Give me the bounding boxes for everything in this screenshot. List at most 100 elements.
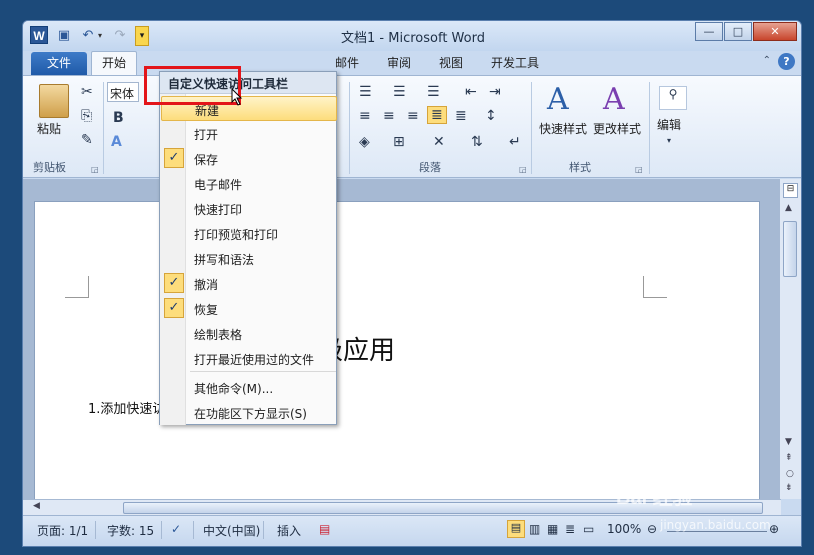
- scroll-up-icon[interactable]: ▲: [785, 203, 792, 213]
- vertical-scroll-thumb[interactable]: [783, 221, 797, 277]
- vertical-scrollbar[interactable]: ⊟ ▲ ▼ ⇞ ○ ⇟: [779, 179, 801, 499]
- sort-icon[interactable]: ⇅: [471, 134, 483, 150]
- menu-item-save[interactable]: ✓ 保存: [161, 146, 337, 171]
- window-title: 文档1 - Microsoft Word: [341, 31, 485, 46]
- borders-icon[interactable]: ⊞: [393, 134, 405, 150]
- quick-styles-icon[interactable]: A: [547, 82, 569, 117]
- previous-page-icon[interactable]: ⇞: [785, 453, 793, 463]
- web-layout-icon[interactable]: ▦: [547, 522, 558, 536]
- tab-mailings[interactable]: 邮件: [335, 54, 359, 71]
- macro-record-icon[interactable]: ▤: [319, 522, 330, 536]
- menu-item-label: 恢复: [194, 303, 219, 317]
- show-marks-icon[interactable]: ↵: [509, 134, 521, 150]
- align-left-icon[interactable]: ≡: [359, 108, 371, 124]
- menu-item-label: 拼写和语法: [194, 253, 255, 267]
- draft-view-icon[interactable]: ▭: [583, 522, 594, 536]
- distributed-icon[interactable]: ≣: [455, 108, 467, 124]
- styles-launcher-icon[interactable]: ◲: [635, 165, 643, 174]
- check-icon: ✓: [164, 298, 184, 318]
- title-bar: W ▣ ↶ ▾ ↷ ▾ 文档1 - Microsoft Word — □ ✕: [23, 21, 801, 51]
- menu-item-recent-files[interactable]: 打开最近使用过的文件: [161, 346, 337, 371]
- align-center-icon[interactable]: ≡: [383, 108, 395, 124]
- paste-button[interactable]: 粘贴: [37, 120, 61, 137]
- proofing-icon[interactable]: ✓: [171, 522, 181, 536]
- quick-styles-button[interactable]: 快速样式: [539, 120, 587, 137]
- copy-icon[interactable]: ⎘: [81, 108, 92, 124]
- edit-button[interactable]: 编辑: [657, 116, 681, 133]
- bullets-icon[interactable]: ☰: [359, 84, 372, 100]
- language-indicator[interactable]: 中文(中国): [203, 522, 260, 539]
- scroll-left-icon[interactable]: ◀: [33, 501, 40, 511]
- increase-indent-icon[interactable]: ⇥: [489, 84, 501, 100]
- line-spacing-icon[interactable]: ↕: [485, 108, 497, 124]
- page-count[interactable]: 页面: 1/1: [37, 522, 88, 539]
- clipboard-launcher-icon[interactable]: ◲: [91, 165, 99, 174]
- styles-group-label: 样式: [569, 161, 591, 174]
- help-icon[interactable]: ?: [778, 53, 795, 70]
- menu-item-show-below-ribbon[interactable]: 在功能区下方显示(S): [161, 400, 337, 425]
- format-painter-icon[interactable]: ✎: [81, 132, 93, 148]
- paragraph-launcher-icon[interactable]: ◲: [519, 165, 527, 174]
- change-styles-icon[interactable]: A: [603, 82, 625, 117]
- menu-item-spelling[interactable]: 拼写和语法: [161, 246, 337, 271]
- scroll-down-icon[interactable]: ▼: [785, 437, 792, 447]
- font-name-box[interactable]: 宋体: [107, 82, 139, 102]
- menu-item-label: 打开最近使用过的文件: [194, 353, 315, 367]
- menu-item-more-commands[interactable]: 其他命令(M)...: [161, 375, 337, 400]
- menu-item-draw-table[interactable]: 绘制表格: [161, 321, 337, 346]
- multilevel-list-icon[interactable]: ☰: [427, 84, 440, 100]
- tab-home[interactable]: 开始: [91, 51, 137, 76]
- shading-icon[interactable]: ◈: [359, 134, 370, 150]
- status-separator: [161, 521, 162, 539]
- highlight-annotation-box: [144, 66, 241, 105]
- text-effects-icon[interactable]: A: [111, 134, 122, 150]
- minimize-button[interactable]: —: [695, 22, 723, 41]
- tab-view[interactable]: 视图: [439, 54, 463, 71]
- decrease-indent-icon[interactable]: ⇤: [465, 84, 477, 100]
- full-screen-reading-icon[interactable]: ▥: [529, 522, 540, 536]
- edit-dropdown-icon[interactable]: ▾: [667, 136, 671, 145]
- document-area: 高级应用 1.添加快速访问工具栏: [23, 179, 781, 501]
- document-page[interactable]: 高级应用 1.添加快速访问工具栏: [34, 201, 760, 501]
- justify-icon[interactable]: ≣: [427, 106, 447, 124]
- tab-file[interactable]: 文件: [31, 52, 87, 75]
- menu-item-open[interactable]: 打开: [161, 121, 337, 146]
- menu-item-quick-print[interactable]: 快速打印: [161, 196, 337, 221]
- bold-button[interactable]: B: [113, 110, 124, 126]
- menu-item-label: 保存: [194, 153, 219, 167]
- tab-developer[interactable]: 开发工具: [491, 54, 539, 71]
- status-separator: [263, 521, 264, 539]
- chinese-layout-icon[interactable]: ✕: [433, 134, 445, 150]
- next-page-icon[interactable]: ⇟: [785, 483, 793, 493]
- menu-item-label: 快速打印: [194, 203, 243, 217]
- margin-corner: [65, 276, 89, 298]
- menu-item-redo[interactable]: ✓ 恢复: [161, 296, 337, 321]
- insert-mode[interactable]: 插入: [277, 522, 301, 539]
- print-layout-view-icon[interactable]: ▤: [507, 520, 525, 538]
- paragraph-group-label: 段落: [419, 161, 441, 174]
- menu-item-label: 在功能区下方显示(S): [194, 407, 307, 421]
- numbering-icon[interactable]: ☰: [393, 84, 406, 100]
- status-separator: [95, 521, 96, 539]
- menu-item-undo[interactable]: ✓ 撤消: [161, 271, 337, 296]
- word-count[interactable]: 字数: 15: [107, 522, 154, 539]
- ruler-toggle-icon[interactable]: ⊟: [783, 183, 798, 198]
- group-separator: [103, 82, 104, 174]
- outline-view-icon[interactable]: ≣: [565, 522, 575, 536]
- collapse-ribbon-icon[interactable]: ⌃: [763, 55, 771, 66]
- zoom-level[interactable]: 100%: [607, 522, 641, 536]
- align-right-icon[interactable]: ≡: [407, 108, 419, 124]
- select-browse-object-icon[interactable]: ○: [786, 469, 794, 479]
- cut-icon[interactable]: ✂: [81, 84, 93, 100]
- find-icon[interactable]: ⚲: [659, 86, 687, 110]
- paste-icon[interactable]: [39, 84, 69, 118]
- zoom-out-icon[interactable]: ⊖: [647, 522, 657, 536]
- close-button[interactable]: ✕: [753, 22, 797, 41]
- watermark-url: jingyan.baidu.com: [660, 518, 771, 532]
- tab-review[interactable]: 审阅: [387, 54, 411, 71]
- clipboard-group-label: 剪贴板: [33, 161, 66, 174]
- menu-item-email[interactable]: 电子邮件: [161, 171, 337, 196]
- change-styles-button[interactable]: 更改样式: [593, 120, 641, 137]
- maximize-button[interactable]: □: [724, 22, 752, 41]
- menu-item-print-preview[interactable]: 打印预览和打印: [161, 221, 337, 246]
